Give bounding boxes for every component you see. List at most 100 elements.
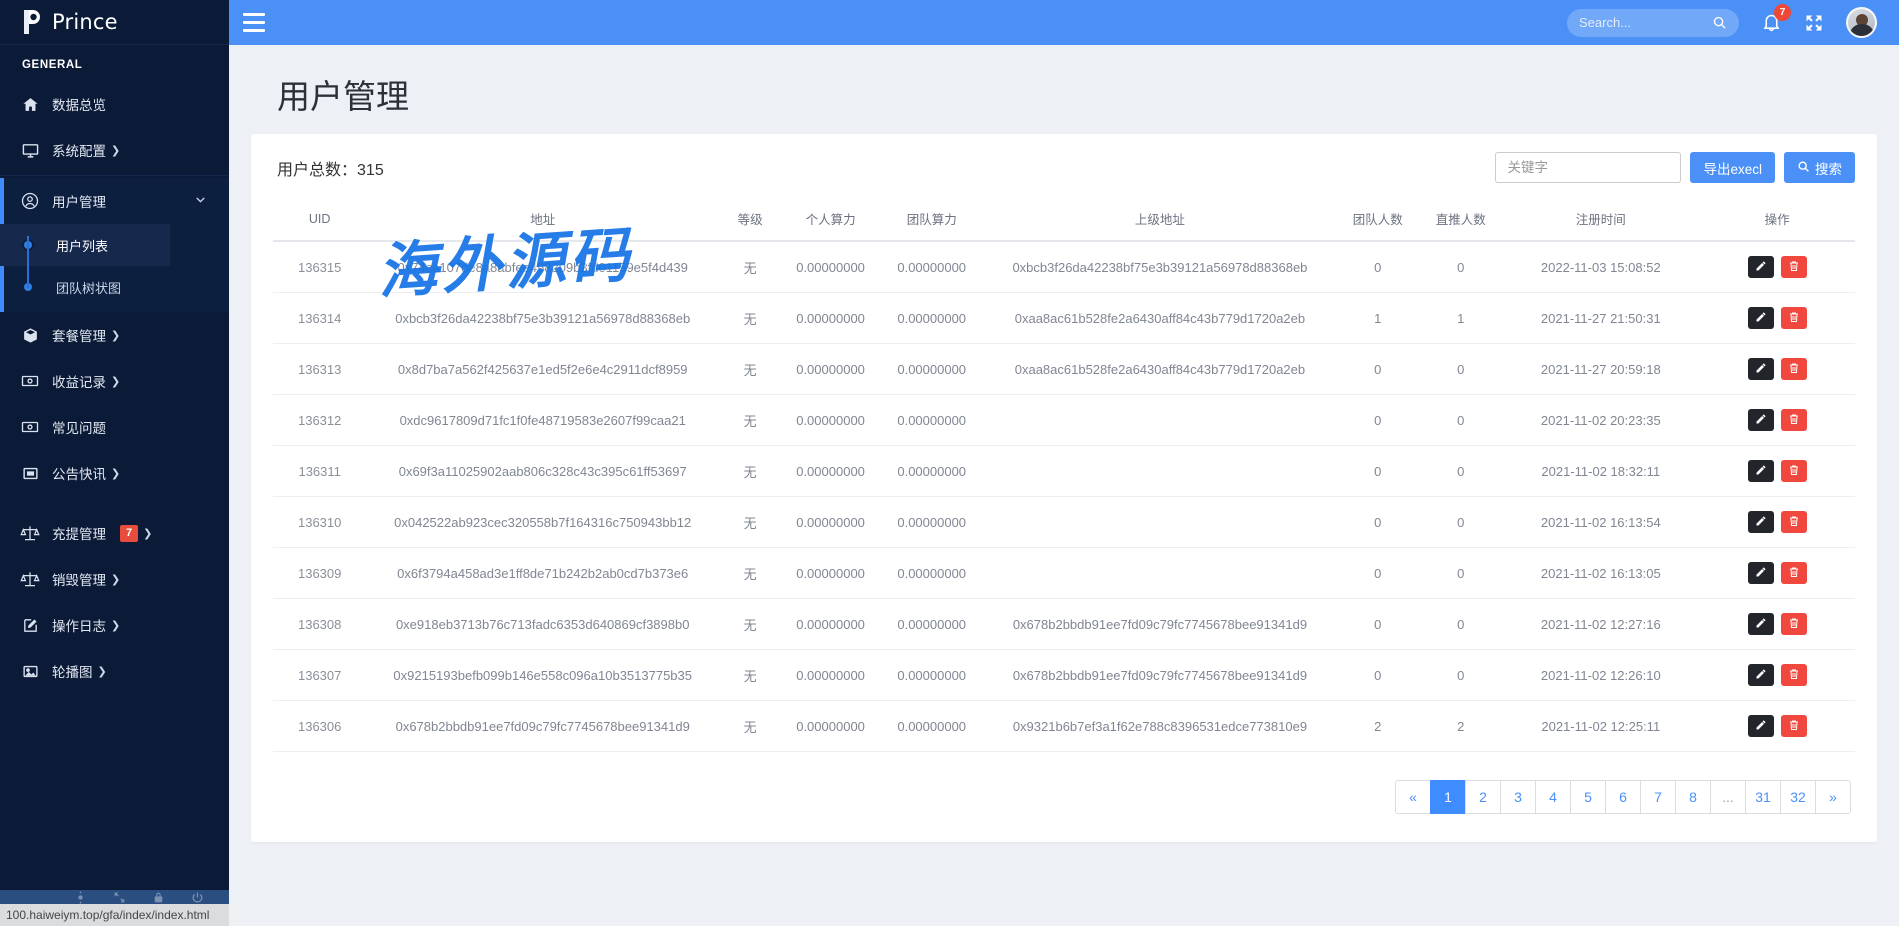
sidebar-item-faq[interactable]: 常见问题: [0, 404, 229, 450]
chevron-right-icon: ❯: [111, 375, 120, 388]
pencil-icon: [1755, 413, 1767, 428]
delete-row-button[interactable]: [1781, 307, 1807, 329]
delete-row-button[interactable]: [1781, 613, 1807, 635]
pagination-page-4[interactable]: 4: [1535, 780, 1571, 814]
edit-row-button[interactable]: [1748, 664, 1774, 686]
sidebar-item-user-management[interactable]: 用户管理: [0, 178, 229, 224]
pagination-page-2[interactable]: 2: [1465, 780, 1501, 814]
edit-row-button[interactable]: [1748, 256, 1774, 278]
sidebar-item-label: 公告快讯: [52, 463, 106, 483]
pagination-prev[interactable]: «: [1395, 780, 1431, 814]
cell-address: 0x74ca107de8a8abfee498209b3fd01159e5f4d4…: [366, 241, 719, 293]
sidebar-item-system-config[interactable]: 系统配置 ❯: [0, 127, 229, 173]
edit-row-button[interactable]: [1748, 409, 1774, 431]
pagination-page-6[interactable]: 6: [1605, 780, 1641, 814]
edit-row-button[interactable]: [1748, 511, 1774, 533]
delete-row-button[interactable]: [1781, 715, 1807, 737]
search-button[interactable]: 搜索: [1784, 152, 1855, 183]
lock-icon: [152, 891, 165, 904]
edit-row-button[interactable]: [1748, 613, 1774, 635]
export-excel-button[interactable]: 导出execl: [1690, 152, 1775, 183]
avatar[interactable]: [1846, 7, 1877, 38]
pagination-page-31[interactable]: 31: [1745, 780, 1781, 814]
row-action-group: [1705, 409, 1849, 431]
user-list-card: 用户总数：315 导出execl 搜索: [251, 134, 1877, 842]
pagination-page-5[interactable]: 5: [1570, 780, 1606, 814]
pagination-ellipsis: ...: [1710, 780, 1746, 814]
money-icon: [20, 372, 40, 390]
trash-icon: [1788, 362, 1800, 377]
cell-team-count: 1: [1336, 293, 1419, 344]
sidebar-item-earnings-record[interactable]: 收益记录 ❯: [0, 358, 229, 404]
search-icon[interactable]: [1712, 15, 1727, 30]
sidebar-item-user-list[interactable]: 用户列表: [0, 224, 170, 266]
edit-row-button[interactable]: [1748, 715, 1774, 737]
sidebar-item-package-management[interactable]: 套餐管理 ❯: [0, 312, 229, 358]
hamburger-icon[interactable]: [229, 13, 289, 32]
notifications-button[interactable]: 7: [1761, 12, 1782, 33]
chevron-right-icon: ❯: [98, 665, 107, 678]
pagination-page-7[interactable]: 7: [1640, 780, 1676, 814]
delete-row-button[interactable]: [1781, 256, 1807, 278]
sidebar-item-deposit-withdraw[interactable]: 充提管理 7 ❯: [0, 510, 229, 556]
cell-register-time: 2021-11-27 20:59:18: [1502, 344, 1699, 395]
trash-icon: [1788, 566, 1800, 581]
cell-personal-power: 0.00000000: [781, 446, 880, 497]
pagination-page-1[interactable]: 1: [1430, 780, 1466, 814]
sidebar-item-label: 销毁管理: [52, 569, 106, 589]
edit-row-button[interactable]: [1748, 460, 1774, 482]
delete-row-button[interactable]: [1781, 409, 1807, 431]
edit-row-button[interactable]: [1748, 358, 1774, 380]
cell-uid: 136307: [273, 650, 366, 701]
topbar-search[interactable]: [1567, 9, 1739, 37]
cell-uid: 136309: [273, 548, 366, 599]
cell-uid: 136314: [273, 293, 366, 344]
edit-row-button[interactable]: [1748, 562, 1774, 584]
search-input[interactable]: [1579, 15, 1712, 30]
sidebar-item-announcements[interactable]: 公告快讯 ❯: [0, 450, 229, 496]
pencil-icon: [1755, 362, 1767, 377]
cell-team-count: 0: [1336, 548, 1419, 599]
sidebar-item-carousel[interactable]: 轮播图 ❯: [0, 648, 229, 694]
col-address: 地址: [366, 201, 719, 241]
sidebar-subitem-label: 用户列表: [56, 236, 108, 255]
pagination-page-32[interactable]: 32: [1780, 780, 1816, 814]
delete-row-button[interactable]: [1781, 562, 1807, 584]
total-users-label: 用户总数：: [277, 162, 357, 179]
cell-register-time: 2021-11-27 21:50:31: [1502, 293, 1699, 344]
edit-row-button[interactable]: [1748, 307, 1774, 329]
pagination-page-8[interactable]: 8: [1675, 780, 1711, 814]
browser-status-bar: 100.haiweiym.top/gfa/index/index.html: [0, 904, 236, 926]
fullscreen-icon[interactable]: [1804, 13, 1824, 33]
cell-direct-count: 0: [1419, 497, 1502, 548]
sidebar-item-burn-management[interactable]: 销毁管理 ❯: [0, 556, 229, 602]
table-row: 1363100x042522ab923cec320558b7f164316c75…: [273, 497, 1855, 548]
page-title: 用户管理: [251, 45, 1877, 134]
cell-team-power: 0.00000000: [880, 293, 984, 344]
cell-direct-count: 0: [1419, 548, 1502, 599]
trash-icon: [1788, 515, 1800, 530]
delete-row-button[interactable]: [1781, 358, 1807, 380]
keyword-input[interactable]: [1495, 152, 1681, 183]
delete-row-button[interactable]: [1781, 460, 1807, 482]
sidebar-item-dashboard[interactable]: 数据总览: [0, 81, 229, 127]
sidebar-submenu-user-management: 用户列表 团队树状图: [0, 224, 229, 312]
sidebar-item-team-tree[interactable]: 团队树状图: [0, 266, 229, 308]
pagination-next[interactable]: »: [1815, 780, 1851, 814]
cell-address: 0xbcb3f26da42238bf75e3b39121a56978d88368…: [366, 293, 719, 344]
col-personal-power: 个人算力: [781, 201, 880, 241]
brand-logo-area[interactable]: Prince: [0, 0, 229, 45]
cell-direct-count: 0: [1419, 344, 1502, 395]
cell-team-power: 0.00000000: [880, 344, 984, 395]
sidebar-item-label: 充提管理: [52, 523, 106, 543]
sidebar-badge-count: 7: [120, 525, 138, 542]
cell-register-time: 2021-11-02 12:25:11: [1502, 701, 1699, 752]
delete-row-button[interactable]: [1781, 511, 1807, 533]
prince-logo-icon: [22, 9, 44, 35]
delete-row-button[interactable]: [1781, 664, 1807, 686]
card-toolbar: 用户总数：315 导出execl 搜索: [273, 152, 1855, 183]
sidebar-item-operation-log[interactable]: 操作日志 ❯: [0, 602, 229, 648]
pagination-page-3[interactable]: 3: [1500, 780, 1536, 814]
sidebar: Prince GENERAL 数据总览 系统配置 ❯ 用户管理: [0, 0, 229, 926]
col-actions: 操作: [1699, 201, 1855, 241]
